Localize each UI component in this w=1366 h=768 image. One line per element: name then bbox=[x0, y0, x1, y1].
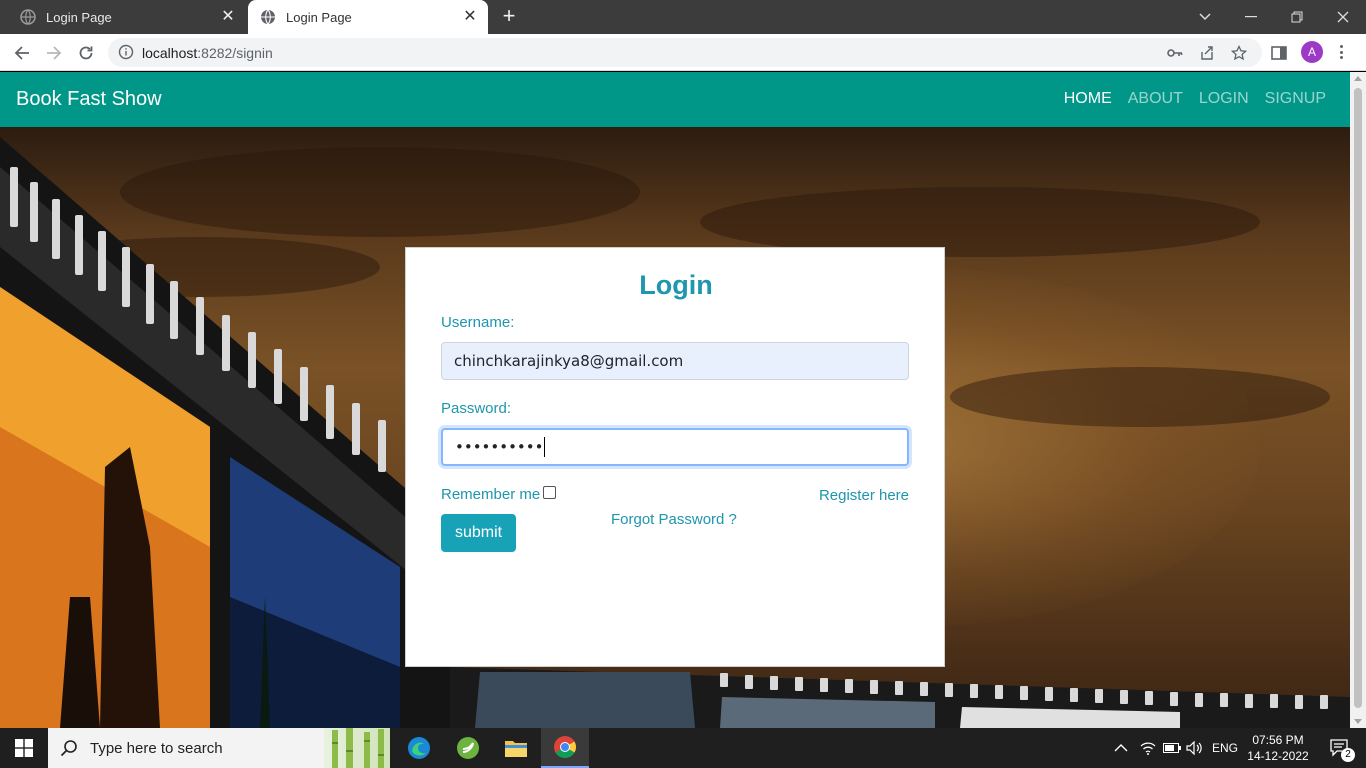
password-field[interactable]: •••••••••• bbox=[441, 428, 909, 466]
chrome-icon[interactable] bbox=[541, 728, 589, 768]
side-panel-icon[interactable] bbox=[1266, 40, 1292, 66]
forward-button[interactable] bbox=[41, 40, 67, 66]
scrollbar-thumb[interactable] bbox=[1354, 88, 1362, 708]
wifi-icon[interactable] bbox=[1140, 728, 1156, 768]
windows-taskbar: Type here to search ENG 07:56 PM 14-12-2… bbox=[0, 728, 1366, 768]
clock-time: 07:56 PM bbox=[1252, 733, 1304, 747]
battery-icon[interactable] bbox=[1163, 728, 1181, 768]
file-explorer-icon[interactable] bbox=[492, 728, 540, 768]
reload-button[interactable] bbox=[73, 40, 99, 66]
share-icon[interactable] bbox=[1198, 44, 1216, 62]
tab-title: Login Page bbox=[286, 9, 352, 25]
username-label: Username: bbox=[441, 314, 515, 331]
browser-tab-active[interactable]: Login Page ✕ bbox=[248, 0, 488, 34]
globe-icon bbox=[260, 9, 276, 25]
forgot-password-link[interactable]: Forgot Password ? bbox=[611, 511, 737, 528]
star-icon[interactable] bbox=[1230, 44, 1248, 62]
password-value: •••••••••• bbox=[455, 438, 544, 456]
nav-links: HOME ABOUT LOGIN SIGNUP bbox=[1064, 90, 1326, 108]
search-placeholder: Type here to search bbox=[90, 739, 223, 757]
info-icon[interactable] bbox=[118, 44, 134, 65]
close-icon[interactable]: ✕ bbox=[462, 9, 478, 25]
notification-center-icon[interactable]: 2 bbox=[1322, 728, 1358, 768]
search-icon bbox=[60, 739, 78, 757]
scroll-down-icon[interactable] bbox=[1354, 719, 1362, 724]
login-card: Login Username: chinchkarajinkya8@gmail.… bbox=[405, 247, 945, 667]
taskbar-clock[interactable]: 07:56 PM 14-12-2022 bbox=[1242, 732, 1314, 764]
password-label: Password: bbox=[441, 400, 512, 417]
key-icon[interactable] bbox=[1166, 44, 1184, 62]
minimize-button[interactable] bbox=[1228, 0, 1274, 34]
browser-tab[interactable]: Login Page ✕ bbox=[8, 0, 246, 34]
tab-title: Login Page bbox=[46, 9, 112, 25]
new-tab-button[interactable]: + bbox=[497, 5, 521, 29]
address-bar[interactable]: localhost:8282/signin bbox=[108, 38, 1262, 67]
page-scrollbar[interactable] bbox=[1350, 72, 1366, 728]
spring-tools-icon[interactable] bbox=[444, 728, 492, 768]
scroll-up-icon[interactable] bbox=[1354, 76, 1362, 81]
bamboo-search-highlight bbox=[324, 728, 390, 768]
login-title: Login bbox=[639, 270, 713, 300]
remember-me-checkbox[interactable] bbox=[543, 486, 557, 499]
url-text: localhost:8282/signin bbox=[142, 45, 273, 61]
submit-button[interactable]: submit bbox=[441, 514, 516, 552]
notification-badge: 2 bbox=[1341, 748, 1355, 762]
profile-avatar[interactable]: A bbox=[1301, 41, 1323, 63]
back-button[interactable] bbox=[9, 40, 35, 66]
text-caret bbox=[544, 437, 546, 457]
register-link[interactable]: Register here bbox=[819, 487, 909, 504]
show-hidden-icons[interactable] bbox=[1114, 728, 1128, 768]
nav-login[interactable]: LOGIN bbox=[1199, 90, 1249, 108]
tab-search-icon[interactable] bbox=[1182, 0, 1228, 34]
close-icon[interactable]: ✕ bbox=[220, 9, 236, 25]
brand-logo[interactable]: Book Fast Show bbox=[16, 88, 162, 111]
restore-button[interactable] bbox=[1274, 0, 1320, 34]
browser-menu-icon[interactable] bbox=[1333, 42, 1349, 62]
nav-signup[interactable]: SIGNUP bbox=[1265, 90, 1326, 108]
taskbar-search[interactable]: Type here to search bbox=[48, 728, 390, 768]
browser-tabbar: Login Page ✕ Login Page ✕ + bbox=[0, 0, 1366, 34]
username-field[interactable]: chinchkarajinkya8@gmail.com bbox=[441, 342, 909, 380]
nav-about[interactable]: ABOUT bbox=[1128, 90, 1183, 108]
edge-icon[interactable] bbox=[395, 728, 443, 768]
volume-icon[interactable] bbox=[1186, 728, 1204, 768]
globe-icon bbox=[20, 9, 36, 25]
close-window-button[interactable] bbox=[1320, 0, 1366, 34]
browser-toolbar: localhost:8282/signin A bbox=[0, 34, 1366, 71]
remember-me: Remember me bbox=[441, 486, 557, 503]
clock-date: 14-12-2022 bbox=[1247, 749, 1309, 763]
site-navbar: Book Fast Show HOME ABOUT LOGIN SIGNUP bbox=[0, 72, 1350, 127]
language-indicator[interactable]: ENG bbox=[1212, 728, 1238, 768]
page-viewport: Book Fast Show HOME ABOUT LOGIN SIGNUP L… bbox=[0, 72, 1350, 728]
nav-home[interactable]: HOME bbox=[1064, 90, 1112, 108]
remember-me-label: Remember me bbox=[441, 486, 541, 503]
windows-start-icon[interactable] bbox=[0, 728, 48, 768]
